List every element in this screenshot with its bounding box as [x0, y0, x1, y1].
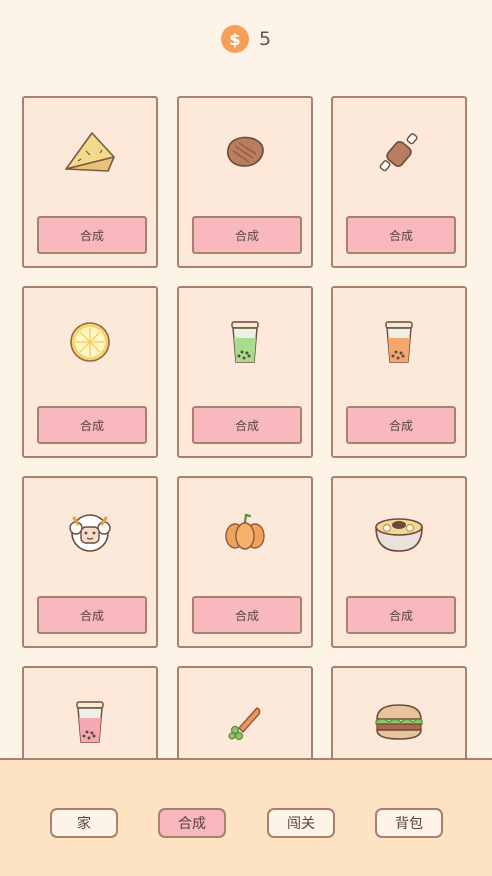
svg-text:$: $: [229, 30, 240, 48]
ramen-bowl-icon: [333, 500, 465, 564]
lemon-slice-icon: [24, 310, 156, 374]
dollar-coin-icon: $: [220, 25, 249, 53]
recipe-card: 合成: [331, 476, 467, 648]
coin-counter: $ 5: [0, 24, 492, 54]
recipe-card: 合成: [331, 96, 467, 268]
synthesize-button[interactable]: 合成: [192, 216, 302, 254]
synthesize-button[interactable]: 合成: [37, 406, 147, 444]
recipe-card: 合成: [177, 96, 313, 268]
tab-backpack[interactable]: 背包: [375, 808, 443, 838]
coin-count: 5: [258, 28, 272, 50]
sandwich-icon: [24, 120, 156, 184]
bottom-tab-bar: 家 合成 闯关 背包: [0, 758, 492, 876]
orange-bubble-tea-icon: [333, 310, 465, 374]
carrot-icon: [179, 690, 311, 754]
sheep-icon: [24, 500, 156, 564]
tab-home[interactable]: 家: [50, 808, 118, 838]
recipe-card: 合成: [177, 476, 313, 648]
synthesize-button[interactable]: 合成: [192, 406, 302, 444]
recipe-card: 合成: [22, 96, 158, 268]
synthesize-button[interactable]: 合成: [192, 596, 302, 634]
matcha-bubble-tea-icon: [179, 310, 311, 374]
meat-bone-icon: [333, 120, 465, 184]
synthesize-button[interactable]: 合成: [346, 406, 456, 444]
tab-levels[interactable]: 闯关: [267, 808, 335, 838]
burger-icon: [333, 690, 465, 754]
recipe-card: 合成: [22, 286, 158, 458]
strawberry-bubble-tea-icon: [24, 690, 156, 754]
tab-synthesize[interactable]: 合成: [158, 808, 226, 838]
synthesize-button[interactable]: 合成: [346, 216, 456, 254]
recipe-card: 合成: [22, 476, 158, 648]
pumpkin-icon: [179, 500, 311, 564]
steak-icon: [179, 120, 311, 184]
recipe-card: 合成: [177, 286, 313, 458]
synthesize-button[interactable]: 合成: [346, 596, 456, 634]
recipe-card: 合成: [331, 286, 467, 458]
synthesize-button[interactable]: 合成: [37, 596, 147, 634]
synthesize-button[interactable]: 合成: [37, 216, 147, 254]
